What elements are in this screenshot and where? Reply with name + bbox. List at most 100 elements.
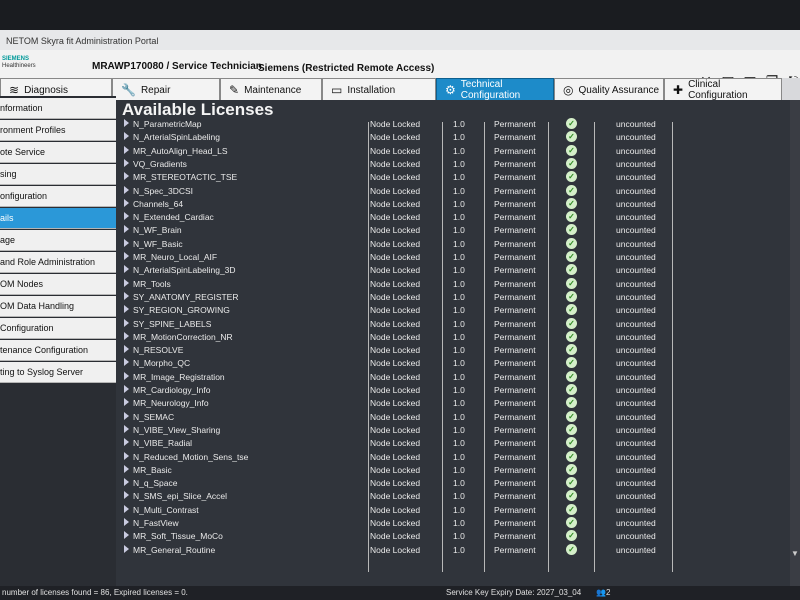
license-count: 1.0 (453, 345, 465, 356)
expand-arrow-icon[interactable] (124, 544, 129, 553)
license-row[interactable]: MR_AutoAlign_Head_LS Node Locked 1.0 Perman… (116, 144, 800, 158)
expand-arrow-icon[interactable] (124, 411, 129, 420)
expand-arrow-icon[interactable] (124, 398, 129, 407)
tab-technical-configuration[interactable]: ⚙ Technical Configuration (436, 78, 554, 102)
expand-arrow-icon[interactable] (124, 291, 129, 300)
expand-arrow-icon[interactable] (124, 158, 129, 167)
expand-arrow-icon[interactable] (124, 371, 129, 380)
license-row[interactable]: N_Reduced_Motion_Sens_tse Node Locked 1.0 P… (116, 450, 800, 464)
license-row[interactable]: N_RESOLVE Node Locked 1.0 Permanent ✓ uncount… (116, 344, 800, 357)
license-row[interactable]: N_Morpho_QC Node Locked 1.0 Permanent ✓ uncou… (116, 357, 800, 370)
tab-label: Repair (140, 84, 171, 96)
expand-arrow-icon[interactable] (124, 198, 129, 207)
sidebar-item-maintenance-configuration[interactable]: tenance Configuration (0, 340, 116, 361)
expand-arrow-icon[interactable] (124, 478, 129, 487)
license-status: uncounted (616, 305, 656, 316)
license-row[interactable]: SY_SPINE_LABELS Node Locked 1.0 Permanent ✓ u… (116, 317, 800, 331)
license-row[interactable]: N_Multi_Contrast Node Locked 1.0 Permanent ✓… (116, 503, 800, 517)
sidebar-item-configuration[interactable]: onfiguration (0, 186, 116, 207)
expand-arrow-icon[interactable] (124, 265, 129, 274)
license-row[interactable]: MR_Cardiology_Info Node Locked 1.0 Permanen… (116, 384, 800, 397)
check-icon: ✓ (566, 397, 577, 409)
vertical-scrollbar[interactable]: ▼ (790, 100, 800, 586)
sidebar-item-dicom-data-handling[interactable]: OM Data Handling (0, 296, 116, 317)
license-row[interactable]: N_ParametricMap Node Locked 1.0 Permanent ✓ u… (116, 118, 800, 131)
sidebar-item-configuration-2[interactable]: Configuration (0, 318, 116, 339)
expand-arrow-icon[interactable] (124, 145, 129, 154)
expand-arrow-icon[interactable] (124, 252, 129, 260)
license-row[interactable]: SY_REGION_GROWING Node Locked 1.0 Permanent… (116, 304, 800, 317)
expand-arrow-icon[interactable] (124, 225, 129, 234)
license-row[interactable]: N_FastView Node Locked 1.0 Permanent ✓ uncoun… (116, 517, 800, 530)
license-row[interactable]: N_SEMAC Node Locked 1.0 Permanent ✓ uncounted (116, 410, 800, 424)
license-row[interactable]: N_q_Space Node Locked 1.0 Permanent ✓ uncount… (116, 477, 800, 490)
expand-arrow-icon[interactable] (124, 491, 129, 500)
expand-arrow-icon[interactable] (124, 518, 129, 526)
tab-quality-assurance[interactable]: ◎ Quality Assurance (554, 78, 664, 102)
expand-arrow-icon[interactable] (124, 464, 129, 473)
scroll-down-icon[interactable]: ▼ (791, 549, 799, 558)
license-row[interactable]: MR_Neuro_Local_AIF Node Locked 1.0 Permanen… (116, 251, 800, 264)
expand-arrow-icon[interactable] (124, 185, 129, 194)
license-row[interactable]: MR_Basic Node Locked 1.0 Permanent ✓ uncounte… (116, 463, 800, 477)
license-row[interactable]: N_WF_Brain Node Locked 1.0 Permanent ✓ uncoun… (116, 224, 800, 237)
license-name: N_WF_Brain (133, 225, 182, 236)
tab-clinical-configuration[interactable]: ✚ Clinical Configuration (664, 78, 782, 102)
license-name: N_FastView (133, 518, 179, 528)
expand-arrow-icon[interactable] (124, 358, 129, 367)
sidebar-item-syslog-server[interactable]: ting to Syslog Server (0, 362, 116, 383)
license-count: 1.0 (453, 172, 465, 183)
expand-arrow-icon[interactable] (124, 385, 129, 393)
license-row[interactable]: Channels_64 Node Locked 1.0 Permanent ✓ uncou… (116, 197, 800, 211)
license-row[interactable]: N_VIBE_View_Sharing Node Locked 1.0 Permane… (116, 423, 800, 437)
expand-arrow-icon[interactable] (124, 318, 129, 327)
expand-arrow-icon[interactable] (124, 278, 129, 287)
expand-arrow-icon[interactable] (124, 438, 129, 447)
sidebar-item-information[interactable]: nformation (0, 98, 116, 119)
expand-arrow-icon[interactable] (124, 331, 129, 340)
license-row[interactable]: MR_Tools Node Locked 1.0 Permanent ✓ uncounte… (116, 277, 800, 291)
sidebar-item-user-role-admin[interactable]: and Role Administration (0, 252, 116, 273)
license-status: uncounted (616, 345, 656, 356)
expand-arrow-icon[interactable] (124, 119, 129, 127)
license-row[interactable]: N_SMS_epi_Slice_Accel Node Locked 1.0 Perma… (116, 490, 800, 503)
expand-arrow-icon[interactable] (124, 424, 129, 433)
license-status: uncounted (616, 438, 656, 449)
tab-installation[interactable]: ▭ Installation (322, 78, 436, 102)
license-row[interactable]: MR_STEREOTACTIC_TSE Node Locked 1.0 Permane… (116, 171, 800, 184)
expand-arrow-icon[interactable] (124, 531, 129, 540)
expand-arrow-icon[interactable] (124, 345, 129, 354)
check-icon: ✓ (566, 264, 577, 276)
license-row[interactable]: N_ArterialSpinLabeling Node Locked 1.0 Perm… (116, 131, 800, 144)
license-row[interactable]: N_WF_Basic Node Locked 1.0 Permanent ✓ uncoun… (116, 237, 800, 251)
tab-repair[interactable]: 🔧 Repair (112, 78, 220, 102)
expand-arrow-icon[interactable] (124, 132, 129, 141)
license-row[interactable]: N_ArterialSpinLabeling_3D Node Locked 1.0 P… (116, 264, 800, 277)
sidebar-item-environment-profiles[interactable]: ronment Profiles (0, 120, 116, 141)
expand-arrow-icon[interactable] (124, 238, 129, 247)
sidebar-item-remote-service[interactable]: ote Service (0, 142, 116, 163)
sidebar-item-details[interactable]: ails (0, 208, 116, 229)
license-row[interactable]: N_VIBE_Radial Node Locked 1.0 Permanent ✓ unc… (116, 437, 800, 450)
license-row[interactable]: MR_Neurology_Info Node Locked 1.0 Permanent… (116, 397, 800, 410)
license-row[interactable]: VQ_Gradients Node Locked 1.0 Permanent ✓ unco… (116, 157, 800, 171)
license-row[interactable]: MR_Soft_Tissue_MoCo Node Locked 1.0 Permane… (116, 530, 800, 543)
sidebar-item-licensing[interactable]: sing (0, 164, 116, 185)
license-name: SY_ANATOMY_REGISTER (133, 291, 239, 302)
expand-arrow-icon[interactable] (124, 504, 129, 513)
license-count: 1.0 (453, 278, 465, 289)
license-row[interactable]: MR_MotionCorrection_NR Node Locked 1.0 Perm… (116, 330, 800, 344)
expand-arrow-icon[interactable] (124, 172, 129, 181)
license-row[interactable]: N_Extended_Cardiac Node Locked 1.0 Permanen… (116, 211, 800, 224)
license-validity: Permanent (494, 305, 536, 316)
tab-maintenance[interactable]: ✎ Maintenance (220, 78, 322, 102)
expand-arrow-icon[interactable] (124, 212, 129, 221)
license-row[interactable]: SY_ANATOMY_REGISTER Node Locked 1.0 Permane… (116, 290, 800, 304)
license-row[interactable]: MR_General_Routine Node Locked 1.0 Permanen… (116, 543, 800, 557)
license-row[interactable]: N_Spec_3DCSI Node Locked 1.0 Permanent ✓ unco… (116, 184, 800, 198)
sidebar-item-dicom-nodes[interactable]: OM Nodes (0, 274, 116, 295)
license-row[interactable]: MR_Image_Registration Node Locked 1.0 Perma… (116, 370, 800, 384)
sidebar-item-usage[interactable]: age (0, 230, 116, 251)
expand-arrow-icon[interactable] (124, 451, 129, 460)
expand-arrow-icon[interactable] (124, 305, 129, 314)
